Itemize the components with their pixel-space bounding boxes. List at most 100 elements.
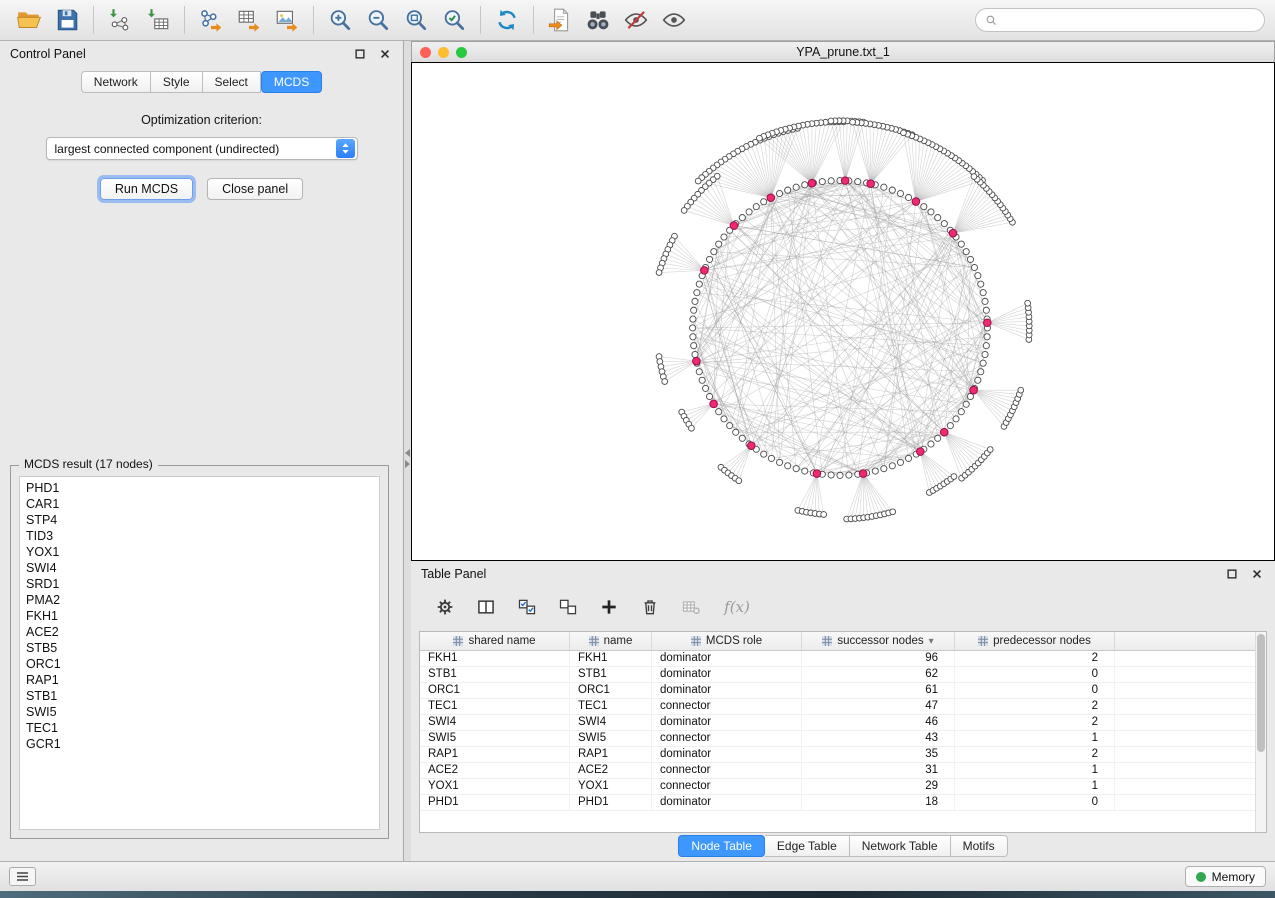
export-network-button[interactable] [192, 3, 230, 37]
table-cell[interactable]: 1 [955, 731, 1115, 746]
mcds-result-item[interactable]: PMA2 [20, 592, 379, 608]
table-cell[interactable]: 61 [802, 683, 955, 698]
table-cell[interactable]: 47 [802, 699, 955, 714]
mcds-result-item[interactable]: STP4 [20, 512, 379, 528]
find-button[interactable] [579, 3, 617, 37]
delete-column-button[interactable] [638, 595, 662, 619]
float-table-panel-button[interactable] [1224, 566, 1240, 582]
mcds-result-item[interactable]: GCR1 [20, 736, 379, 752]
close-panel-action-button[interactable]: Close panel [207, 178, 303, 200]
hide-graphics-details-button[interactable] [617, 3, 655, 37]
maximize-window-button[interactable] [456, 47, 467, 58]
table-row[interactable]: YOX1YOX1connector291 [420, 779, 1266, 795]
network-canvas[interactable] [411, 62, 1275, 561]
table-cell[interactable]: dominator [652, 747, 802, 762]
network-titlebar[interactable]: YPA_prune.txt_1 [411, 41, 1275, 62]
search-input[interactable] [1004, 12, 1255, 28]
table-cell[interactable]: YOX1 [420, 779, 570, 794]
mcds-result-item[interactable]: ORC1 [20, 656, 379, 672]
table-row[interactable]: PHD1PHD1dominator180 [420, 795, 1266, 811]
mcds-result-item[interactable]: SWI4 [20, 560, 379, 576]
table-cell[interactable]: YOX1 [570, 779, 652, 794]
import-table-button[interactable] [139, 3, 177, 37]
mcds-result-list[interactable]: PHD1CAR1STP4TID3YOX1SWI4SRD1PMA2FKH1ACE2… [19, 476, 380, 830]
table-cell[interactable]: PHD1 [420, 795, 570, 810]
criterion-select[interactable]: largest connected component (undirected) [46, 137, 358, 160]
save-session-button[interactable] [48, 3, 86, 37]
table-cell[interactable]: ACE2 [420, 763, 570, 778]
table-cell[interactable]: 46 [802, 715, 955, 730]
mcds-result-item[interactable]: TEC1 [20, 720, 379, 736]
export-table-button[interactable] [230, 3, 268, 37]
minimize-window-button[interactable] [438, 47, 449, 58]
table-cell[interactable]: SWI4 [570, 715, 652, 730]
table-cell[interactable]: connector [652, 779, 802, 794]
mcds-result-item[interactable]: SRD1 [20, 576, 379, 592]
close-panel-button[interactable] [377, 46, 393, 62]
table-cell[interactable]: 62 [802, 667, 955, 682]
table-cell[interactable]: 29 [802, 779, 955, 794]
table-cell[interactable]: 2 [955, 651, 1115, 666]
table-cell[interactable]: STB1 [570, 667, 652, 682]
mcds-result-item[interactable]: STB5 [20, 640, 379, 656]
tab-network[interactable]: Network [81, 71, 151, 93]
zoom-selected-button[interactable] [435, 3, 473, 37]
mcds-result-item[interactable]: RAP1 [20, 672, 379, 688]
import-network-button[interactable] [101, 3, 139, 37]
table-cell[interactable]: TEC1 [420, 699, 570, 714]
task-history-button[interactable] [9, 867, 36, 886]
table-scrollbar[interactable] [1255, 632, 1266, 832]
table-cell[interactable]: STB1 [420, 667, 570, 682]
table-cell[interactable]: SWI4 [420, 715, 570, 730]
table-cell[interactable]: PHD1 [570, 795, 652, 810]
table-cell[interactable]: 31 [802, 763, 955, 778]
table-cell[interactable]: RAP1 [420, 747, 570, 762]
table-cell[interactable]: TEC1 [570, 699, 652, 714]
table-cell[interactable]: dominator [652, 683, 802, 698]
column-header-shared-name[interactable]: shared name [420, 632, 570, 650]
table-cell[interactable]: SWI5 [420, 731, 570, 746]
table-cell[interactable]: 1 [955, 763, 1115, 778]
table-cell[interactable]: connector [652, 763, 802, 778]
tab-node-table[interactable]: Node Table [678, 835, 765, 857]
table-cell[interactable]: 0 [955, 795, 1115, 810]
table-cell[interactable]: SWI5 [570, 731, 652, 746]
column-header-mcds-role[interactable]: MCDS role [652, 632, 802, 650]
memory-button[interactable]: Memory [1185, 866, 1266, 887]
zoom-out-button[interactable] [359, 3, 397, 37]
table-cell[interactable]: 0 [955, 667, 1115, 682]
mcds-result-item[interactable]: YOX1 [20, 544, 379, 560]
tab-select[interactable]: Select [203, 71, 261, 93]
show-graphics-details-button[interactable] [655, 3, 693, 37]
table-cell[interactable]: 18 [802, 795, 955, 810]
refresh-button[interactable] [488, 3, 526, 37]
table-row[interactable]: STB1STB1dominator620 [420, 667, 1266, 683]
mcds-result-item[interactable]: CAR1 [20, 496, 379, 512]
tab-network-table[interactable]: Network Table [850, 835, 951, 857]
mcds-result-item[interactable]: FKH1 [20, 608, 379, 624]
table-cell[interactable]: 35 [802, 747, 955, 762]
table-row[interactable]: ORC1ORC1dominator610 [420, 683, 1266, 699]
column-header-name[interactable]: name [570, 632, 652, 650]
float-panel-button[interactable] [352, 46, 368, 62]
function-builder-button[interactable]: f(x) [720, 595, 754, 619]
tab-edge-table[interactable]: Edge Table [765, 835, 850, 857]
mcds-result-item[interactable]: STB1 [20, 688, 379, 704]
zoom-fit-button[interactable] [397, 3, 435, 37]
table-row[interactable]: SWI5SWI5connector431 [420, 731, 1266, 747]
deselect-all-button[interactable] [556, 595, 580, 619]
table-row[interactable]: SWI4SWI4dominator462 [420, 715, 1266, 731]
run-mcds-button[interactable]: Run MCDS [100, 178, 193, 200]
mcds-result-item[interactable]: TID3 [20, 528, 379, 544]
export-document-button[interactable] [541, 3, 579, 37]
network-graph[interactable] [412, 63, 1274, 560]
column-header-successor-nodes[interactable]: successor nodes ▾ [802, 632, 955, 650]
table-cell[interactable]: ORC1 [570, 683, 652, 698]
table-row[interactable]: ACE2ACE2connector311 [420, 763, 1266, 779]
close-table-panel-button[interactable] [1249, 566, 1265, 582]
table-cell[interactable]: FKH1 [570, 651, 652, 666]
table-cell[interactable]: ORC1 [420, 683, 570, 698]
column-header-predecessor-nodes[interactable]: predecessor nodes [955, 632, 1115, 650]
table-cell[interactable]: 2 [955, 699, 1115, 714]
table-cell[interactable]: dominator [652, 715, 802, 730]
